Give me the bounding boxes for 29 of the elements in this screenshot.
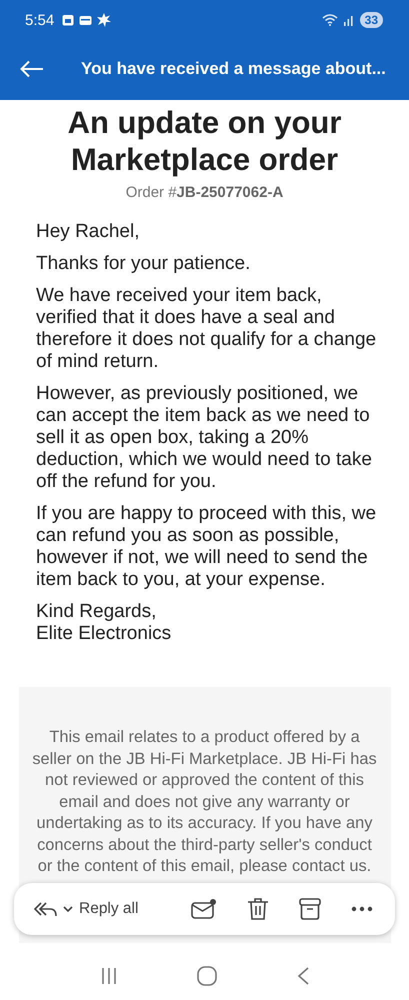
- delete-icon[interactable]: [246, 897, 269, 921]
- archive-icon[interactable]: [298, 898, 321, 920]
- email-paragraph: If you are happy to proceed with this, we can refund you as soon as possible, however if not, we will need to send the item back to you, at your expense.: [36, 503, 378, 591]
- signoff-line: Elite Electronics: [36, 623, 172, 645]
- recent-apps-icon[interactable]: [100, 967, 118, 985]
- back-button[interactable]: [18, 58, 46, 80]
- wifi-icon: [322, 14, 338, 26]
- home-icon[interactable]: [197, 966, 218, 986]
- email-paragraph: However, as previously positioned, we can accept the item back as we need to sell it as open box, taking a 20% deduction, which we would need to take off the refund for you.: [36, 383, 373, 493]
- email-paragraph: We have received your item back, verified that it does have a seal and therefore it does not qualify for a change of mind return.: [36, 285, 378, 373]
- message-subject: You have received a message about...: [81, 59, 386, 79]
- disclaimer-text: This email relates to a product offered by a seller on the JB Hi-Fi Marketplace. JB Hi-Fi has not reviewed or approved the content of this email and does not give any warranty or undertaking as to its accuracy. If you have any concerns about the third-party seller's conduct or the content of this email, please contact us.: [31, 727, 378, 877]
- email-paragraph: Thanks for your patience.: [36, 253, 252, 275]
- signoff-line: Kind Regards,: [36, 601, 158, 623]
- back-icon[interactable]: [297, 967, 310, 985]
- email-title: An update on your Marketplace order: [66, 104, 342, 178]
- reply-all-button[interactable]: Reply all: [30, 896, 142, 922]
- more-icon[interactable]: [350, 906, 373, 912]
- calendar-icon: [62, 14, 74, 26]
- caret-icon: [63, 906, 73, 912]
- battery-level: 33: [360, 12, 383, 28]
- card-icon: [79, 14, 92, 26]
- email-paragraph: Hey Rachel,: [36, 221, 140, 243]
- status-time: 5:54: [25, 12, 54, 28]
- reply-all-icon: [34, 900, 57, 918]
- signal-icon: [342, 14, 355, 26]
- burst-icon: [97, 13, 112, 27]
- mark-unread-icon[interactable]: [190, 899, 217, 919]
- order-number: Order #JB-25077062-A: [126, 184, 284, 201]
